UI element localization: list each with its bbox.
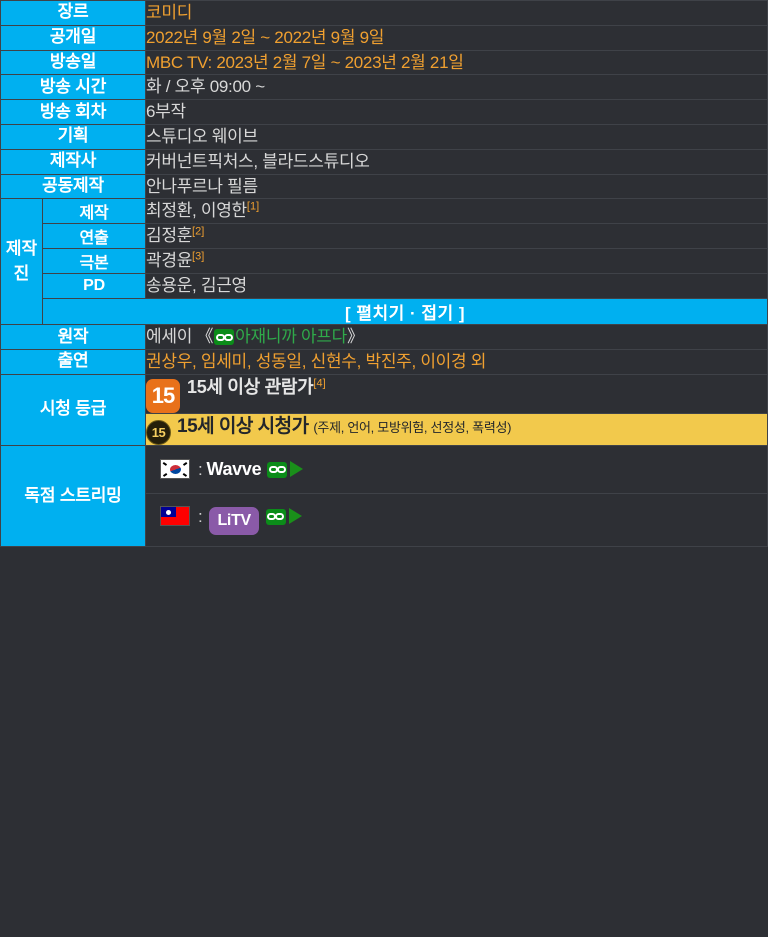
table-row-co-production: 공동제작 안나푸르나 필름 [0, 173, 768, 200]
row-value-release[interactable]: 2022년 9월 2일 ~ 2022년 9월 9일 [145, 24, 768, 51]
external-link-icon[interactable] [265, 508, 286, 525]
row-label-staff-writer: 극본 [41, 248, 147, 275]
rating-tv-note: (주제, 언어, 모방위험, 선정성, 폭력성) [313, 419, 512, 435]
row-label-rating: 시청 등급 [0, 373, 147, 446]
row-label-staff-pd: PD [41, 273, 147, 300]
original-work-suffix: 》 [346, 327, 364, 347]
row-label-production-company: 제작사 [0, 148, 147, 175]
row-value-rating-film: 15 15세 이상 관람가[4] [145, 373, 768, 414]
table-row-streaming: 독점 스트리밍 : Wavve : LiTV [0, 444, 768, 548]
staff-director-names: 김정훈 [146, 226, 193, 246]
table-row-genre: 장르 코미디 [0, 0, 768, 26]
kr-flag-icon [160, 458, 191, 479]
reference-link-2[interactable]: [2] [192, 226, 204, 238]
rating-circle-15-icon: 15 [146, 419, 172, 445]
table-row-production-company: 제작사 커버넌트픽처스, 블라드스튜디오 [0, 148, 768, 175]
original-work-title[interactable]: 아재니까 아프다 [235, 327, 347, 347]
reference-link-3[interactable]: [3] [192, 251, 204, 263]
streaming-service-litv[interactable]: LiTV [209, 506, 259, 536]
streaming-separator-kr: : [198, 459, 203, 479]
original-work-prefix: 에세이 《 [146, 327, 214, 347]
row-label-episodes: 방송 회차 [0, 99, 147, 125]
list-item-streaming-tw: : LiTV [146, 492, 767, 546]
row-label-broadcast-time: 방송 시간 [0, 74, 147, 101]
row-value-staff-producer: 최정환, 이영한[1] [145, 198, 768, 225]
table-row-release: 공개일 2022년 9월 2일 ~ 2022년 9월 9일 [0, 24, 768, 51]
streaming-separator-tw: : [198, 506, 203, 526]
table-row-cast: 출연 권상우, 임세미, 성동일, 신현수, 박진주, 이이경 외 [0, 348, 768, 375]
row-label-co-production: 공동제작 [0, 173, 147, 200]
row-value-rating-tv: 15 15세 이상 시청가 (주제, 언어, 모방위험, 선정성, 폭력성) [145, 412, 768, 446]
table-row-staff-director: 연출 김정훈[2] [1, 223, 768, 250]
table-row-rating-film: 시청 등급 15 15세 이상 관람가[4] [0, 373, 768, 446]
streaming-service-wavve[interactable]: Wavve [206, 459, 261, 479]
table-row-broadcast-date: 방송일 MBC TV: 2023년 2월 7일 ~ 2023년 2월 21일 [0, 49, 768, 76]
play-icon[interactable] [288, 507, 302, 524]
row-value-broadcast-time: 화 / 오후 09:00 ~ [145, 74, 768, 101]
row-value-episodes: 6부작 [145, 99, 768, 125]
tw-flag-icon [160, 505, 191, 526]
table-row-broadcast-time: 방송 시간 화 / 오후 09:00 ~ [0, 74, 768, 101]
row-value-cast[interactable]: 권상우, 임세미, 성동일, 신현수, 박진주, 이이경 외 [145, 348, 768, 375]
staff-writer-names: 곽경윤 [146, 251, 193, 271]
row-value-staff-writer: 곽경윤[3] [145, 248, 768, 275]
table-row-staff-pd: PD 송용운, 김근영 [1, 273, 768, 300]
row-label-streaming: 독점 스트리밍 [0, 444, 147, 548]
row-value-broadcast-date[interactable]: MBC TV: 2023년 2월 7일 ~ 2023년 2월 21일 [145, 49, 768, 76]
row-label-release: 공개일 [0, 24, 147, 51]
rating-film-text: 15세 이상 관람가 [187, 376, 314, 397]
row-value-staff-director: 김정훈[2] [145, 223, 768, 250]
expand-collapse-toggle[interactable]: [ 펼치기 · 접기 ] [42, 298, 768, 326]
list-item-streaming-kr: : Wavve [146, 446, 767, 493]
row-value-genre[interactable]: 코미디 [145, 0, 768, 26]
external-link-icon[interactable] [267, 461, 288, 478]
drama-infobox: 장르 코미디 공개일 2022년 9월 2일 ~ 2022년 9월 9일 방송일… [0, 0, 768, 548]
play-icon[interactable] [290, 460, 304, 477]
reference-link-4[interactable]: [4] [313, 377, 325, 389]
reference-link-1[interactable]: [1] [247, 201, 259, 213]
row-value-co-production: 안나푸르나 필름 [145, 173, 768, 200]
row-label-staff-director: 연출 [41, 223, 147, 250]
table-row-episodes: 방송 회차 6부작 [0, 99, 768, 125]
table-row-planning: 기획 스튜디오 웨이브 [0, 123, 768, 150]
table-row-staff-writer: 극본 곽경윤[3] [1, 248, 768, 275]
row-value-staff-pd: 송용운, 김근영 [145, 273, 768, 300]
row-label-original-work: 원작 [0, 324, 147, 350]
table-row-staff-producer: 제작진 제작 최정환, 이영한[1] [0, 198, 768, 326]
rating-badge-15-icon: 15 [146, 378, 181, 413]
table-row-staff-expand: [ 펼치기 · 접기 ] [1, 298, 768, 326]
table-row-original-work: 원작 에세이 《 아재니까 아프다》 [0, 324, 768, 350]
staff-producer-names: 최정환, 이영한 [146, 201, 247, 221]
row-label-staff: 제작진 [0, 198, 43, 326]
rating-tv-text: 15세 이상 시청가 [177, 415, 309, 437]
row-label-staff-producer: 제작 [41, 198, 147, 225]
row-value-production-company: 커버넌트픽처스, 블라드스튜디오 [145, 148, 768, 175]
row-value-streaming: : Wavve : LiTV [145, 444, 768, 548]
row-value-original-work: 에세이 《 아재니까 아프다》 [145, 324, 768, 350]
row-label-broadcast-date: 방송일 [0, 49, 147, 76]
external-link-icon[interactable] [214, 329, 235, 346]
row-label-genre: 장르 [0, 0, 147, 26]
row-label-cast: 출연 [0, 348, 147, 375]
row-value-planning: 스튜디오 웨이브 [145, 123, 768, 150]
row-label-planning: 기획 [0, 123, 147, 150]
